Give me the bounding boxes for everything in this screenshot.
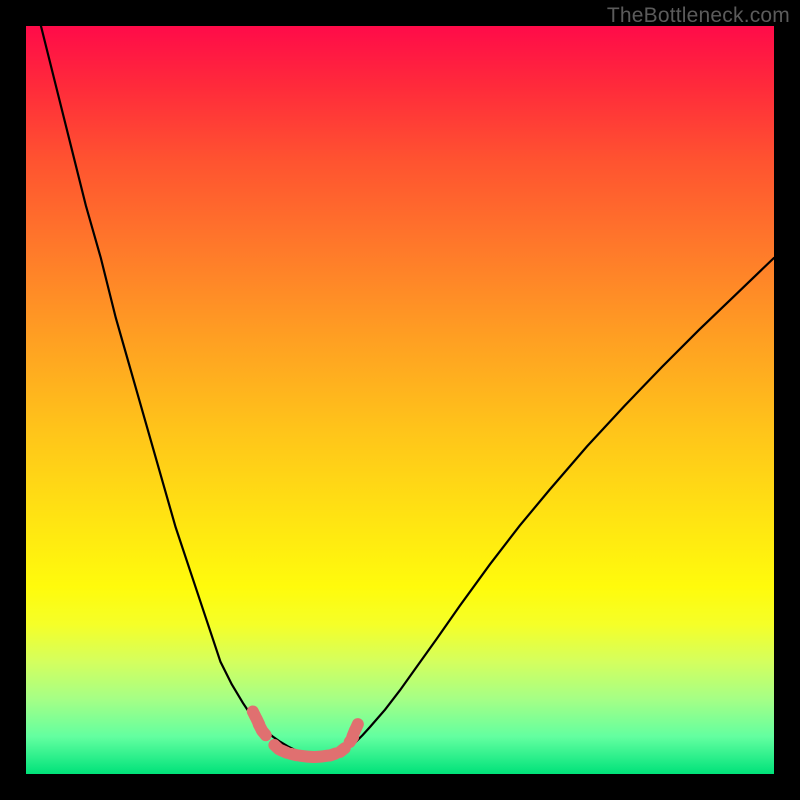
watermark-text: TheBottleneck.com bbox=[607, 4, 790, 28]
left-curve bbox=[41, 26, 325, 758]
chart-frame: TheBottleneck.com bbox=[0, 0, 800, 800]
marker-group bbox=[245, 703, 366, 763]
curves-svg bbox=[26, 26, 774, 774]
plot-area bbox=[26, 26, 774, 774]
right-curve bbox=[325, 258, 774, 758]
